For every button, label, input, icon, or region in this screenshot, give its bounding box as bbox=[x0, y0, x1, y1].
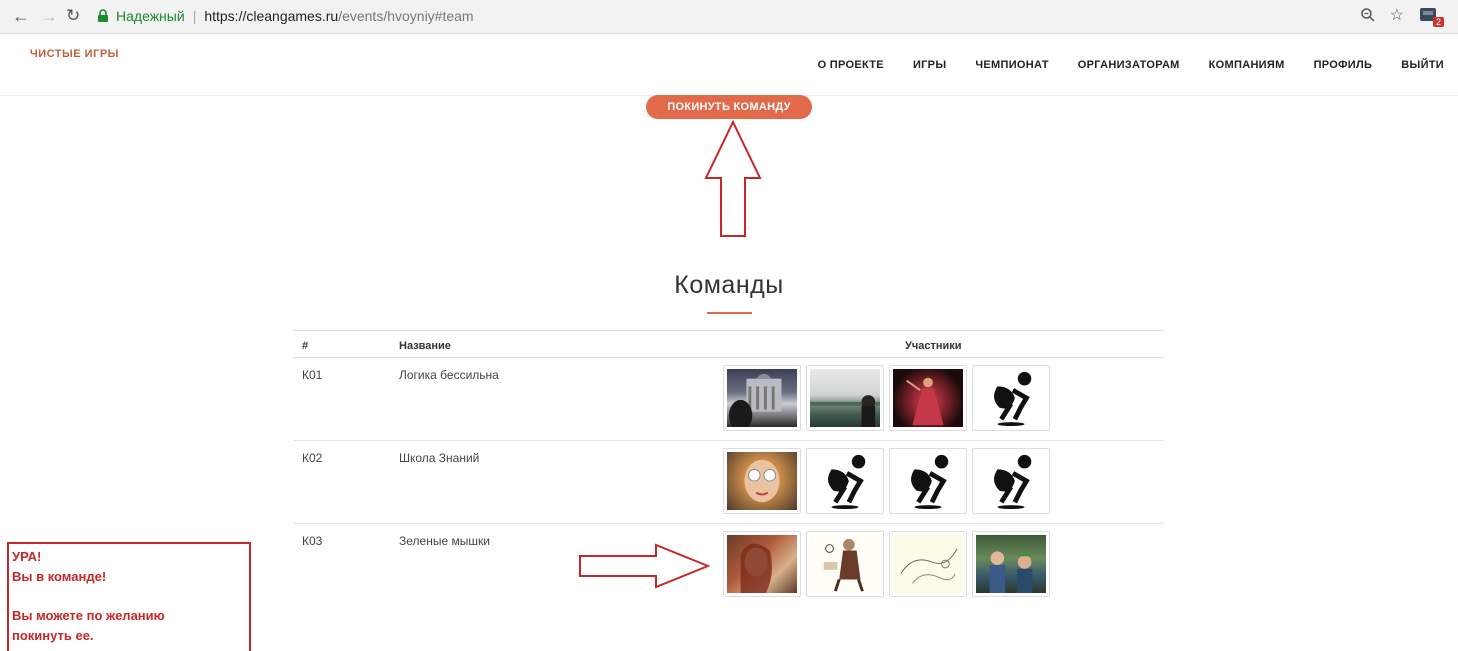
menu-championship[interactable]: ЧЕМПИОНАТ bbox=[975, 59, 1048, 71]
member-avatar[interactable] bbox=[972, 531, 1050, 597]
table-row: К01 Логика бессильна bbox=[293, 358, 1164, 441]
extension-icon[interactable]: 2 bbox=[1418, 5, 1444, 27]
header-name: Название bbox=[399, 340, 451, 352]
callout-line-4: покинуть ее. bbox=[12, 628, 94, 643]
header-members: Участники bbox=[905, 340, 962, 352]
header-number: # bbox=[302, 340, 309, 352]
team-number: К02 bbox=[302, 451, 323, 465]
menu-organizers[interactable]: ОРГАНИЗАТОРАМ bbox=[1078, 59, 1180, 71]
address-separator: | bbox=[192, 8, 197, 24]
star-bookmark-icon[interactable]: ☆ bbox=[1390, 5, 1404, 25]
team-members bbox=[723, 448, 1050, 514]
success-callout: УРА! Вы в команде! Вы можете по желанию … bbox=[7, 542, 251, 651]
member-avatar[interactable] bbox=[723, 448, 801, 514]
up-arrow-annotation bbox=[704, 120, 762, 237]
right-arrow-annotation bbox=[579, 543, 710, 589]
running-thief-icon bbox=[911, 454, 949, 510]
running-thief-icon bbox=[994, 371, 1032, 427]
team-name: Зеленые мышки bbox=[399, 534, 490, 548]
url-host: https://cleangames.ru bbox=[204, 8, 339, 24]
callout-line-2: Вы в команде! bbox=[12, 569, 107, 584]
running-thief-icon bbox=[828, 454, 866, 510]
team-name: Логика бессильна bbox=[399, 368, 499, 382]
running-thief-icon bbox=[994, 454, 1032, 510]
member-avatar[interactable] bbox=[723, 531, 801, 597]
browser-toolbar: ← → ↻ Надежный | https://cleangames.ru/e… bbox=[0, 0, 1458, 34]
table-row: К03 Зеленые мышки bbox=[293, 524, 1164, 607]
member-avatar[interactable] bbox=[806, 365, 884, 431]
team-members bbox=[723, 531, 1050, 597]
member-avatar[interactable] bbox=[972, 365, 1050, 431]
forward-arrow-icon[interactable]: → bbox=[40, 6, 58, 26]
back-arrow-icon[interactable]: ← bbox=[12, 6, 30, 26]
url-path: /events/hvoyniy#team bbox=[338, 8, 474, 24]
member-avatar[interactable] bbox=[889, 448, 967, 514]
team-members bbox=[723, 365, 1050, 431]
member-avatar[interactable] bbox=[972, 448, 1050, 514]
extension-badge: 2 bbox=[1432, 17, 1444, 27]
menu-companies[interactable]: КОМПАНИЯМ bbox=[1209, 59, 1285, 71]
menu-profile[interactable]: ПРОФИЛЬ bbox=[1314, 59, 1373, 71]
table-row: К02 Школа Знаний bbox=[293, 441, 1164, 524]
site-header: ЧИСТЫЕ ИГРЫ О ПРОЕКТЕ ИГРЫ ЧЕМПИОНАТ ОРГ… bbox=[0, 34, 1458, 96]
callout-line-1: УРА! bbox=[12, 549, 42, 564]
heading-underline bbox=[707, 312, 752, 314]
menu-games[interactable]: ИГРЫ bbox=[913, 59, 946, 71]
member-avatar[interactable] bbox=[889, 365, 967, 431]
reload-icon[interactable]: ↻ bbox=[66, 6, 80, 26]
team-number: К01 bbox=[302, 368, 323, 382]
site-logo[interactable]: ЧИСТЫЕ ИГРЫ bbox=[30, 48, 119, 60]
menu-about[interactable]: О ПРОЕКТЕ bbox=[818, 59, 884, 71]
teams-heading: Команды bbox=[674, 271, 784, 299]
zoom-icon[interactable] bbox=[1360, 7, 1376, 23]
callout-line-3: Вы можете по желанию bbox=[12, 608, 165, 623]
main-menu: О ПРОЕКТЕ ИГРЫ ЧЕМПИОНАТ ОРГАНИЗАТОРАМ К… bbox=[818, 59, 1444, 71]
member-avatar[interactable] bbox=[889, 531, 967, 597]
address-bar[interactable]: Надежный | https://cleangames.ru/events/… bbox=[96, 5, 474, 27]
member-avatar[interactable] bbox=[806, 531, 884, 597]
member-avatar[interactable] bbox=[806, 448, 884, 514]
teams-table: # Название Участники К01 Логика бессильн… bbox=[293, 330, 1164, 607]
lock-icon bbox=[98, 9, 108, 22]
table-header: # Название Участники bbox=[293, 330, 1164, 358]
member-avatar[interactable] bbox=[723, 365, 801, 431]
team-number: К03 bbox=[302, 534, 323, 548]
leave-team-button[interactable]: ПОКИНУТЬ КОМАНДУ bbox=[646, 95, 812, 119]
menu-logout[interactable]: ВЫЙТИ bbox=[1401, 59, 1444, 71]
team-name: Школа Знаний bbox=[399, 451, 480, 465]
secure-label: Надежный bbox=[116, 8, 185, 24]
